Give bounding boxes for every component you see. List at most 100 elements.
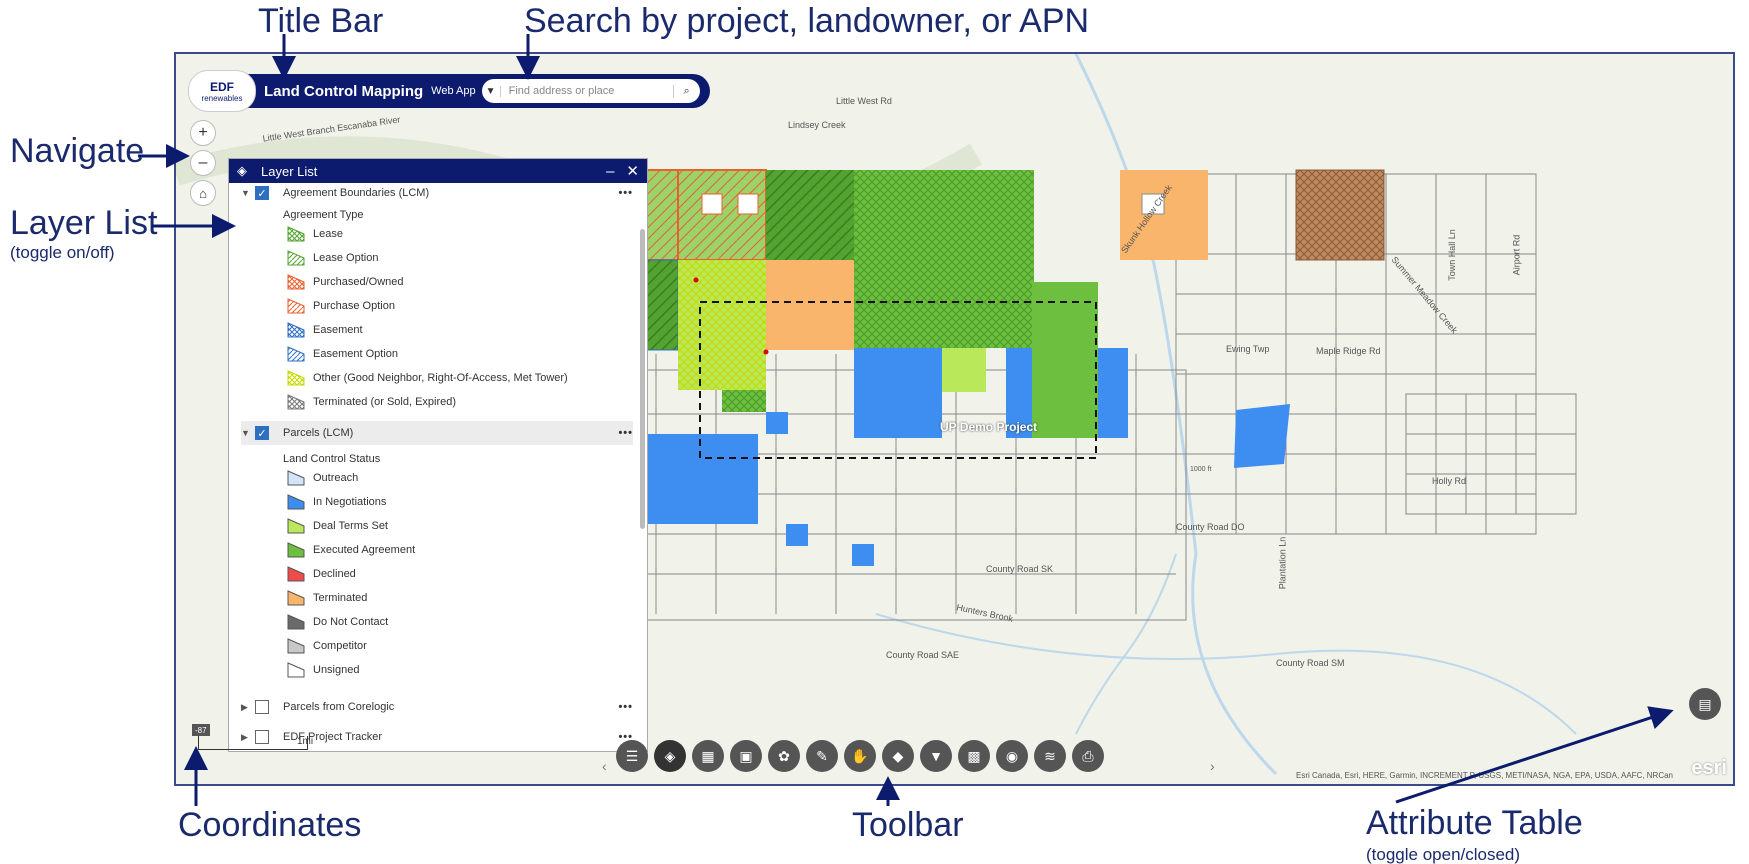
coordinate-widget[interactable]: -87 <box>192 724 210 736</box>
status-legend-item: Deal Terms Set <box>287 517 388 535</box>
annotation-layer-list: Layer List <box>10 204 158 242</box>
search-input[interactable]: Find address or place <box>501 85 673 97</box>
map-label-plantation-ln: Plantation Ln <box>1277 536 1288 590</box>
map-label-county-road-sk: County Road SK <box>986 564 1054 574</box>
zoom-in-button[interactable]: + <box>190 120 216 146</box>
annotation-coordinates: Coordinates <box>178 806 362 844</box>
coordinate-value: -87 <box>195 725 207 735</box>
map-label-lindsey-creek: Lindsey Creek <box>788 120 846 130</box>
close-button[interactable]: ✕ <box>626 162 639 180</box>
agreement-legend-item: Easement Option <box>287 345 398 363</box>
status-legend-item: Outreach <box>287 469 358 487</box>
attribution: Esri Canada, Esri, HERE, Garmin, INCREME… <box>1296 771 1673 780</box>
status-legend-item: Declined <box>287 565 356 583</box>
status-legend-item: Do Not Contact <box>287 613 388 631</box>
legend-label: Declined <box>313 568 356 580</box>
status-legend-item: In Negotiations <box>287 493 386 511</box>
status-swatch-icon <box>287 590 305 606</box>
attribute-table-button[interactable]: ▤ <box>1689 688 1721 720</box>
agreement-swatch-icon <box>287 274 305 290</box>
map-label-county-road-sae: County Road SAE <box>886 650 960 660</box>
search-icon[interactable]: ⌕ <box>672 84 700 98</box>
zoom-out-button[interactable]: – <box>190 150 216 176</box>
app-title: Land Control Mapping <box>264 82 424 100</box>
measure-icon[interactable]: ✎ <box>806 740 838 772</box>
legend-label: Unsigned <box>313 664 360 676</box>
status-swatch-icon <box>287 566 305 582</box>
status-legend-item: Terminated <box>287 589 367 607</box>
status-legend-item: Executed Agreement <box>287 541 415 559</box>
draw-icon[interactable]: ✋ <box>844 740 876 772</box>
agreement-swatch-icon <box>287 298 305 314</box>
agreement-type-heading: Agreement Type <box>283 209 364 221</box>
legend-label: Outreach <box>313 472 359 484</box>
scrollbar[interactable] <box>640 229 645 529</box>
toolbar: ☰ ◈ ▦ ▣ ✿ ✎ ✋ ◆ ▼ ▩ ◉ ≋ ⎙ <box>616 736 1110 776</box>
agreement-legend-item: Easement <box>287 321 363 339</box>
search-widget[interactable]: ▼ Find address or place ⌕ <box>481 79 700 103</box>
search-source-dropdown[interactable]: ▼ <box>482 85 501 97</box>
legend-icon[interactable]: ▩ <box>958 740 990 772</box>
map-label-airport-rd: Airport Rd <box>1511 234 1522 276</box>
annotation-navigate: Navigate <box>10 132 145 170</box>
layer-list-header: ◈ Layer List – ✕ <box>229 159 647 183</box>
list-icon[interactable]: ☰ <box>616 740 648 772</box>
project-label: UP Demo Project <box>940 420 1038 434</box>
legend-label: Other (Good Neighbor, Right-Of-Access, M… <box>313 372 568 384</box>
print-layer-icon[interactable]: ◆ <box>882 740 914 772</box>
layer-checkbox[interactable]: ✓ <box>255 426 269 440</box>
toolbar-prev-icon[interactable]: ‹ <box>602 758 607 774</box>
share-icon[interactable]: ✿ <box>768 740 800 772</box>
agreement-legend-item: Lease <box>287 225 343 243</box>
minimize-button[interactable]: – <box>606 163 614 180</box>
screenshot-icon[interactable]: ◉ <box>996 740 1028 772</box>
annotation-attribute-table: Attribute Table <box>1366 804 1583 842</box>
layer-checkbox[interactable]: ✓ <box>255 186 269 200</box>
toolbar-next-icon[interactable]: › <box>1210 758 1215 774</box>
layer-stack-icon[interactable]: ≋ <box>1034 740 1066 772</box>
agreement-swatch-icon <box>287 370 305 386</box>
map-label-county-road-sm: County Road SM <box>1276 658 1345 668</box>
web-app-label: Web App <box>431 85 476 97</box>
legend-label: Deal Terms Set <box>313 520 388 532</box>
layer-row-parcels-lcm[interactable]: ▼ ✓ Parcels (LCM) ••• <box>241 421 633 445</box>
annotation-title-bar: Title Bar <box>258 2 384 40</box>
print-icon[interactable]: ⎙ <box>1072 740 1104 772</box>
layers-icon[interactable]: ◈ <box>654 740 686 772</box>
map-label-maple-ridge-rd: Maple Ridge Rd <box>1316 346 1381 356</box>
legend-label: Competitor <box>313 640 367 652</box>
layer-row-agreement-boundaries[interactable]: ▼ ✓ Agreement Boundaries (LCM) ••• <box>241 181 633 205</box>
legend-label: Do Not Contact <box>313 616 389 628</box>
status-swatch-icon <box>287 470 305 486</box>
legend-label: Lease <box>313 228 343 240</box>
map-view[interactable]: Little West Branch Escanaba River Little… <box>174 52 1735 786</box>
layer-checkbox[interactable] <box>255 700 269 714</box>
agreement-swatch-icon <box>287 322 305 338</box>
basemap-icon[interactable]: ▦ <box>692 740 724 772</box>
collapse-icon[interactable]: ▼ <box>241 188 255 198</box>
status-swatch-icon <box>287 542 305 558</box>
map-label-county-road-do: County Road DO <box>1176 522 1245 532</box>
layer-list-panel: ◈ Layer List – ✕ ▼ ✓ Agreement Boundarie… <box>228 158 648 752</box>
bookmark-icon[interactable]: ▣ <box>730 740 762 772</box>
scale-bar: 1mi <box>198 736 313 750</box>
legend-label: Purchase Option <box>313 300 395 312</box>
annotation-toolbar: Toolbar <box>852 806 964 844</box>
layer-row-parcels-corelogic[interactable]: ▶ Parcels from Corelogic ••• <box>241 695 633 719</box>
annotation-layer-list-sub: (toggle on/off) <box>10 243 115 262</box>
agreement-legend-item: Purchased/Owned <box>287 273 404 291</box>
home-button[interactable]: ⌂ <box>190 180 216 206</box>
more-icon[interactable]: ••• <box>618 701 633 713</box>
layer-list-title: Layer List <box>261 163 318 179</box>
status-swatch-icon <box>287 518 305 534</box>
map-label-little-west-rd: Little West Rd <box>836 96 892 106</box>
filter-icon[interactable]: ▼ <box>920 740 952 772</box>
more-icon[interactable]: ••• <box>618 427 633 439</box>
collapse-icon[interactable]: ▼ <box>241 428 255 438</box>
more-icon[interactable]: ••• <box>618 187 633 199</box>
expand-icon[interactable]: ▶ <box>241 702 255 713</box>
title-bar: EDF renewables Land Control Mapping Web … <box>188 70 710 112</box>
agreement-legend-item: Lease Option <box>287 249 378 267</box>
legend-label: Terminated <box>313 592 368 604</box>
map-label-ewing-twp: Ewing Twp <box>1226 344 1270 354</box>
